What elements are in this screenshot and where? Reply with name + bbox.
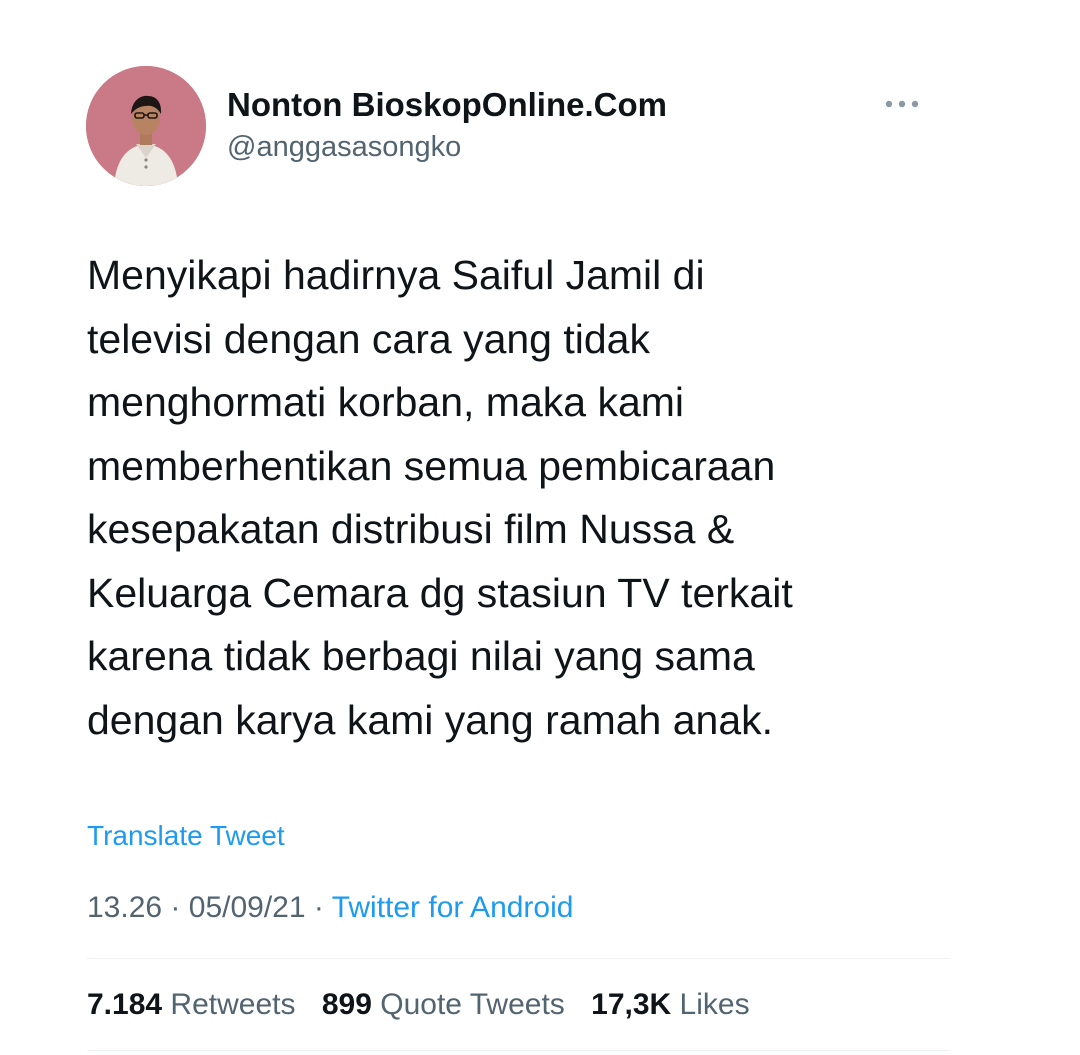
tweet-text: Menyikapi hadirnya Saiful Jamil di telev… (87, 244, 957, 752)
divider (87, 958, 950, 959)
tweet-stats: 7.184 Retweets 899 Quote Tweets 17,3K Li… (87, 988, 768, 1022)
tweet-text-line: kesepakatan distribusi film Nussa & (87, 506, 735, 552)
tweet-text-line: karena tidak berbagi nilai yang sama (87, 633, 755, 679)
avatar-image (86, 66, 206, 186)
divider (87, 1050, 950, 1051)
tweet-card: Nonton BioskopOnline.Com @anggasasongko … (0, 0, 1080, 1055)
tweet-text-line: dengan karya kami yang ramah anak. (87, 696, 774, 743)
likes-stat[interactable]: 17,3K Likes (591, 988, 749, 1022)
meta-separator: · (313, 891, 324, 924)
author-display-name[interactable]: Nonton BioskopOnline.Com (227, 86, 667, 124)
tweet-meta: 13.26 · 05/09/21 · Twitter for Android (87, 891, 573, 925)
translate-tweet-link[interactable]: Translate Tweet (87, 820, 285, 852)
retweets-label: Retweets (170, 988, 296, 1021)
tweet-text-line: memberhentikan semua pembicaraan (87, 442, 776, 489)
avatar[interactable] (86, 66, 206, 186)
tweet-text-line: menghormati korban, maka kami (87, 379, 685, 425)
tweet-text-line: Menyikapi hadirnya Saiful Jamil di (87, 252, 705, 298)
retweets-stat[interactable]: 7.184 Retweets (87, 988, 295, 1022)
tweet-text-line: televisi dengan cara yang tidak (87, 315, 650, 362)
quote-tweets-stat[interactable]: 899 Quote Tweets (322, 988, 565, 1022)
author-handle[interactable]: @anggasasongko (227, 131, 461, 164)
more-options-icon (885, 100, 919, 108)
meta-separator: · (170, 891, 181, 924)
tweet-date[interactable]: 05/09/21 (189, 891, 306, 924)
more-options-button[interactable] (880, 92, 924, 116)
quote-tweets-label: Quote Tweets (380, 988, 565, 1021)
quote-tweets-count: 899 (321, 988, 372, 1021)
likes-label: Likes (679, 988, 750, 1021)
tweet-time[interactable]: 13.26 (87, 891, 162, 924)
tweet-text-line: Keluarga Cemara dg stasiun TV terkait (87, 569, 793, 616)
tweet-source-link[interactable]: Twitter for Android (332, 891, 574, 924)
retweets-count: 7.184 (87, 988, 163, 1021)
page: Nonton BioskopOnline.Com @anggasasongko … (0, 0, 1080, 1055)
likes-count: 17,3K (591, 988, 672, 1021)
